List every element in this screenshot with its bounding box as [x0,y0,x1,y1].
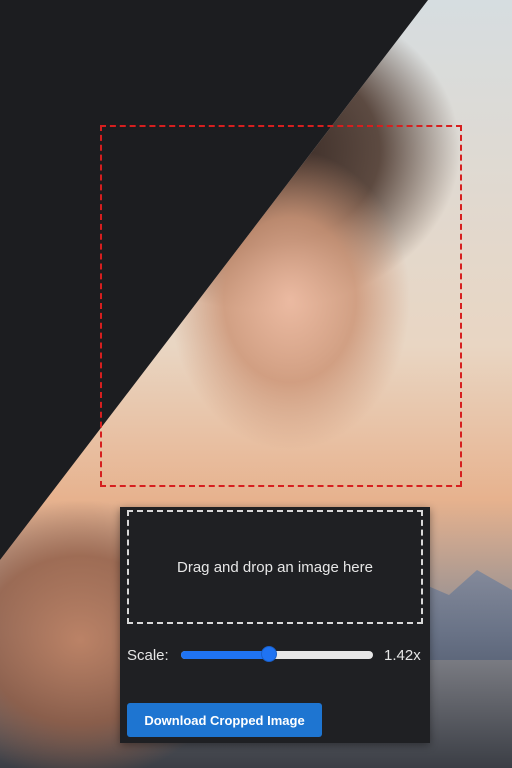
scale-control: Scale: 1.42x [127,643,427,667]
dropzone-text: Drag and drop an image here [177,558,373,576]
scale-slider-thumb[interactable] [261,646,277,662]
editor-canvas[interactable]: Drag and drop an image here Scale: 1.42x… [0,0,512,768]
scale-label: Scale: [127,646,169,664]
scale-value: 1.42x [384,646,421,664]
scale-slider[interactable] [181,646,373,662]
image-dropzone[interactable]: Drag and drop an image here [127,510,423,624]
control-panel: Drag and drop an image here Scale: 1.42x… [120,507,430,743]
download-cropped-image-button[interactable]: Download Cropped Image [127,703,322,737]
scale-slider-fill [181,651,269,659]
crop-selection-box[interactable] [100,125,462,487]
